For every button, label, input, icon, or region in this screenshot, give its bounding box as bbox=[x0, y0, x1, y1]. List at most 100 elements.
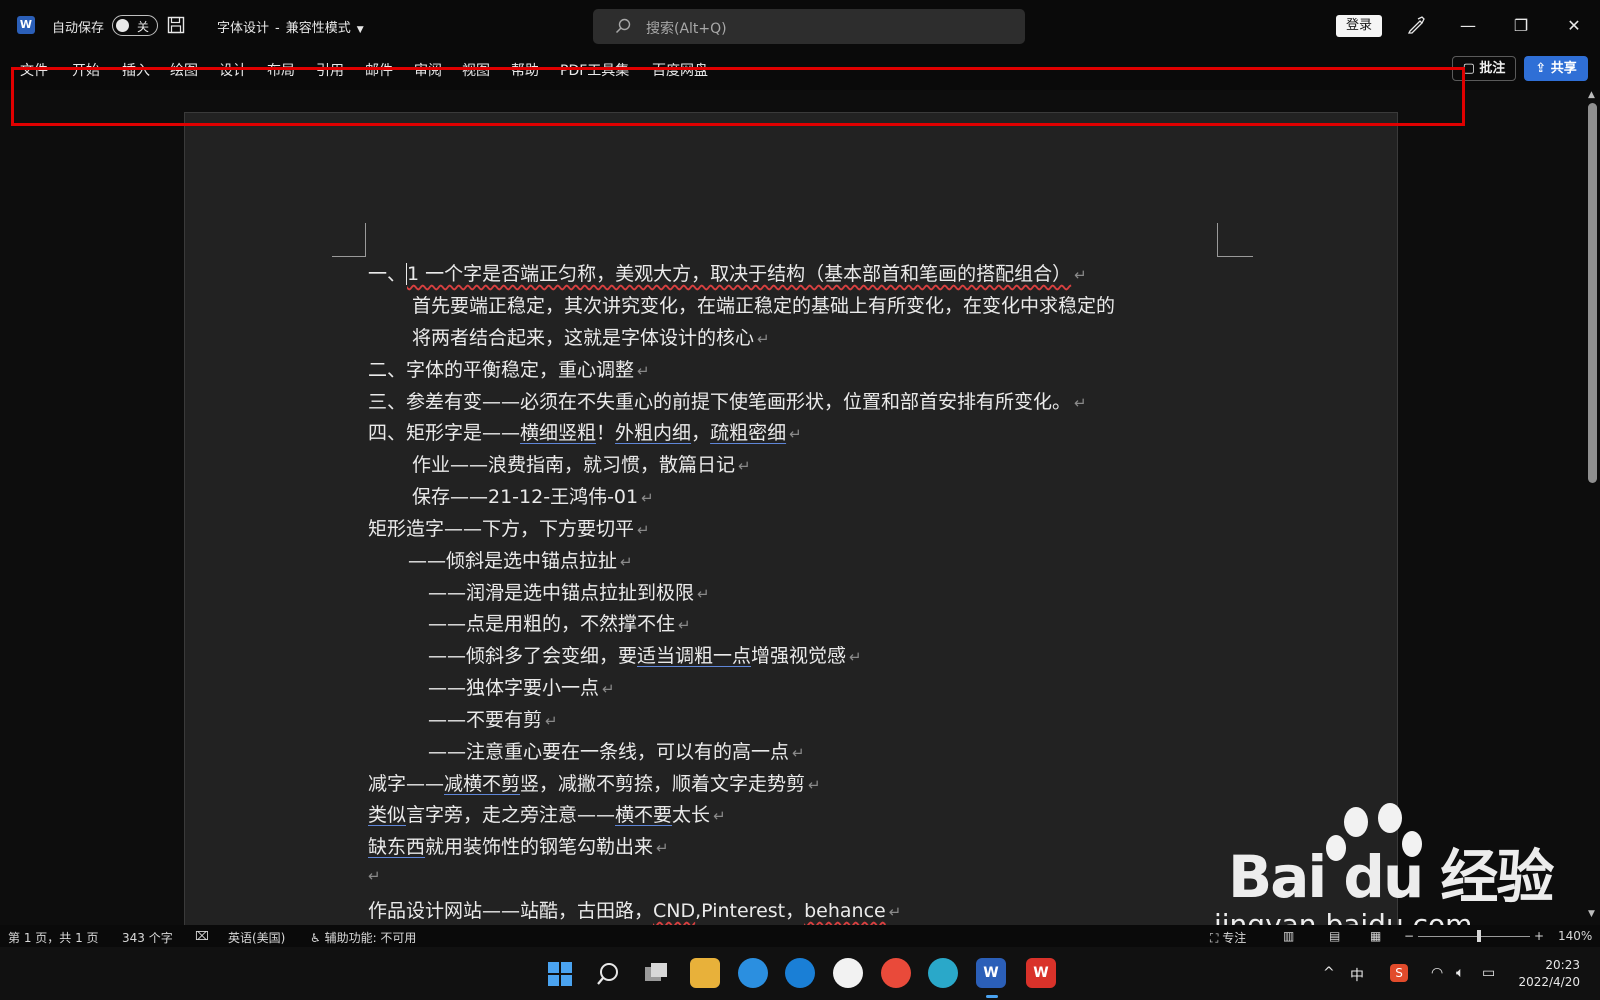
windows-start-icon[interactable] bbox=[547, 961, 573, 987]
ime-indicator[interactable]: 中 bbox=[1350, 965, 1364, 985]
sogou-ime-icon[interactable]: S bbox=[1390, 964, 1408, 982]
compat-mode: 兼容性模式 bbox=[285, 21, 351, 36]
accessibility-icon: ♿ bbox=[310, 931, 325, 945]
zoom-in-button[interactable]: + bbox=[1534, 929, 1544, 943]
tray-chevron-icon[interactable]: ^ bbox=[1323, 965, 1335, 981]
tab-pdf-tools[interactable]: PDF工具集 bbox=[560, 60, 629, 80]
volume-icon[interactable]: 🔈︎ bbox=[1456, 965, 1464, 981]
scroll-up-icon[interactable]: ▲ bbox=[1588, 90, 1595, 100]
tab-help[interactable]: 帮助 bbox=[511, 60, 539, 80]
edge-icon[interactable] bbox=[928, 958, 958, 988]
doc-line-3[interactable]: 将两者结合起来，这就是字体设计的核心 ↵ bbox=[412, 323, 770, 350]
doc-line-6[interactable]: 四、矩形字是——横细竖粗！外粗内细，疏粗密细 ↵ bbox=[368, 418, 802, 445]
doc-line-7[interactable]: 作业——浪费指南，就习惯，散篇日记 ↵ bbox=[412, 450, 751, 477]
doc-line-12[interactable]: ——点是用粗的，不然撑不住 ↵ bbox=[428, 609, 691, 636]
restore-button[interactable]: ❐ bbox=[1501, 10, 1541, 42]
doc-line-8[interactable]: 保存——21-12-王鸿伟-01 ↵ bbox=[412, 482, 654, 509]
doc-line-11[interactable]: ——润滑是选中锚点拉扯到极限 ↵ bbox=[428, 578, 710, 605]
pen-icon[interactable] bbox=[1406, 15, 1426, 35]
vertical-scrollbar[interactable]: ▲ ▼ bbox=[1585, 90, 1600, 925]
windows-taskbar: W W ^ 中 S ◠ 🔈︎ ▭ 20:23 2022/4/20 bbox=[0, 947, 1600, 1000]
search-placeholder: 搜索(Alt+Q) bbox=[646, 21, 727, 37]
tab-review[interactable]: 审阅 bbox=[414, 60, 442, 80]
system-clock[interactable]: 20:23 2022/4/20 bbox=[1518, 957, 1580, 991]
taskbar-search-icon[interactable] bbox=[595, 961, 621, 987]
focus-mode-button[interactable]: ⛶ 专注 bbox=[1210, 929, 1246, 946]
weather-app-icon[interactable] bbox=[785, 958, 815, 988]
doc-line-2[interactable]: 首先要端正稳定，其次讲究变化，在端正稳定的基础上有所变化，在变化中求稳定的 bbox=[412, 291, 1115, 318]
scrollbar-thumb[interactable] bbox=[1588, 103, 1597, 483]
proofing-icon[interactable]: ⌧ bbox=[195, 929, 209, 943]
doc-line-15[interactable]: ——不要有剪 ↵ bbox=[428, 705, 558, 732]
doc-line-10[interactable]: ——倾斜是选中锚点拉扯 ↵ bbox=[408, 546, 633, 573]
clock-date: 2022/4/20 bbox=[1518, 975, 1580, 989]
doc-line-1[interactable]: 一、1 一个字是否端正匀称，美观大方，取决于结构（基本部首和笔画的搭配组合） ↵ bbox=[368, 259, 1087, 286]
focus-icon: ⛶ bbox=[1210, 931, 1223, 945]
login-button[interactable]: 登录 bbox=[1336, 15, 1382, 37]
battery-icon[interactable]: ▭ bbox=[1482, 965, 1495, 981]
wps-icon[interactable]: W bbox=[1026, 958, 1056, 988]
tab-view[interactable]: 视图 bbox=[462, 60, 490, 80]
doc-line-20[interactable]: ↵ bbox=[368, 864, 381, 886]
read-mode-icon[interactable]: ▥ bbox=[1283, 929, 1294, 943]
doc-line-21[interactable]: 作品设计网站——站酷，古田路，CND,Pinterest，behance ↵ bbox=[368, 896, 901, 923]
document-page[interactable]: 一、1 一个字是否端正匀称，美观大方，取决于结构（基本部首和笔画的搭配组合） ↵ … bbox=[184, 112, 1398, 925]
comments-label: 批注 bbox=[1479, 61, 1506, 76]
document-area[interactable]: 一、1 一个字是否端正匀称，美观大方，取决于结构（基本部首和笔画的搭配组合） ↵ … bbox=[0, 90, 1585, 925]
word-count[interactable]: 343 个字 bbox=[122, 929, 173, 946]
doc-line-4[interactable]: 二、字体的平衡稳定，重心调整 ↵ bbox=[368, 355, 650, 382]
tab-file[interactable]: 文件 bbox=[20, 60, 48, 80]
doc-line-19[interactable]: 缺东西就用装饰性的钢笔勾勒出来 ↵ bbox=[368, 832, 669, 859]
margin-corner-top-right bbox=[1217, 223, 1253, 257]
doc-line-9[interactable]: 矩形造字——下方，下方要切平 ↵ bbox=[368, 514, 650, 541]
word-icon[interactable]: W bbox=[17, 16, 35, 34]
file-explorer-icon[interactable] bbox=[690, 958, 720, 988]
doc-line-16[interactable]: ——注意重心要在一条线，可以有的高一点 ↵ bbox=[428, 737, 805, 764]
tab-references[interactable]: 引用 bbox=[316, 60, 344, 80]
zoom-slider-track[interactable] bbox=[1418, 936, 1530, 937]
tab-insert[interactable]: 插入 bbox=[122, 60, 150, 80]
scroll-down-icon[interactable]: ▼ bbox=[1588, 909, 1595, 919]
browser-e-icon[interactable] bbox=[738, 958, 768, 988]
task-view-icon[interactable] bbox=[643, 961, 669, 987]
print-layout-icon[interactable]: ▤ bbox=[1329, 929, 1340, 943]
accessibility-status[interactable]: ♿ 辅助功能: 不可用 bbox=[310, 929, 416, 946]
close-button[interactable]: ✕ bbox=[1554, 10, 1594, 42]
doc-line-5[interactable]: 三、参差有变——必须在不失重心的前提下使笔画形状，位置和部首安排有所变化。 ↵ bbox=[368, 387, 1087, 414]
chrome-icon[interactable] bbox=[881, 958, 911, 988]
ribbon-tabs: 文件 开始 插入 绘图 设计 布局 引用 邮件 审阅 视图 帮助 PDF工具集 … bbox=[0, 52, 1600, 90]
comments-button[interactable]: ▢ 批注 bbox=[1452, 56, 1516, 81]
qq-icon[interactable] bbox=[833, 958, 863, 988]
tab-baidu-netdisk[interactable]: 百度网盘 bbox=[652, 60, 708, 80]
minimize-button[interactable]: — bbox=[1448, 10, 1488, 42]
wifi-icon[interactable]: ◠ bbox=[1431, 965, 1443, 981]
save-icon[interactable] bbox=[167, 16, 185, 34]
autosave-state: 关 bbox=[137, 20, 150, 34]
document-title[interactable]: 字体设计 - 兼容性模式 ▼ bbox=[217, 17, 364, 36]
status-bar: 第 1 页，共 1 页 343 个字 ⌧ 英语(美国) ♿ 辅助功能: 不可用 … bbox=[0, 925, 1600, 947]
page-count[interactable]: 第 1 页，共 1 页 bbox=[8, 929, 99, 946]
margin-corner-top-left bbox=[332, 223, 366, 257]
tab-layout[interactable]: 布局 bbox=[267, 60, 295, 80]
share-icon: ⇪ bbox=[1535, 61, 1551, 76]
word-taskbar-icon[interactable]: W bbox=[976, 958, 1006, 988]
tab-draw[interactable]: 绘图 bbox=[170, 60, 198, 80]
web-layout-icon[interactable]: ▦ bbox=[1370, 929, 1381, 943]
zoom-level[interactable]: 140% bbox=[1558, 929, 1592, 943]
search-input[interactable]: 搜索(Alt+Q) bbox=[593, 9, 1025, 44]
doc-line-14[interactable]: ——独体字要小一点 ↵ bbox=[428, 673, 615, 700]
doc-line-1-text: 1 一个字是否端正匀称，美观大方，取决于结构（基本部首和笔画的搭配组合） bbox=[407, 263, 1072, 285]
title-bar: W 自动保存 关 字体设计 - 兼容性模式 ▼ 搜索(Alt+Q) 登录 — ❐ ✕ bbox=[0, 0, 1600, 52]
autosave-toggle[interactable]: 关 bbox=[112, 15, 158, 36]
doc-line-17[interactable]: 减字——减横不剪竖，减撇不剪捺，顺着文字走势剪 ↵ bbox=[368, 769, 821, 796]
share-button[interactable]: ⇪ 共享 bbox=[1524, 56, 1588, 81]
clock-time: 20:23 bbox=[1545, 958, 1580, 972]
doc-line-13[interactable]: ——倾斜多了会变细，要适当调粗一点增强视觉感 ↵ bbox=[428, 641, 862, 668]
doc-line-18[interactable]: 类似言字旁，走之旁注意——横不要太长 ↵ bbox=[368, 800, 726, 827]
language-indicator[interactable]: 英语(美国) bbox=[228, 929, 285, 946]
zoom-slider-thumb[interactable] bbox=[1477, 930, 1481, 942]
tab-mailings[interactable]: 邮件 bbox=[365, 60, 393, 80]
tab-design[interactable]: 设计 bbox=[219, 60, 247, 80]
zoom-out-button[interactable]: − bbox=[1404, 929, 1414, 943]
tab-home[interactable]: 开始 bbox=[72, 60, 100, 80]
